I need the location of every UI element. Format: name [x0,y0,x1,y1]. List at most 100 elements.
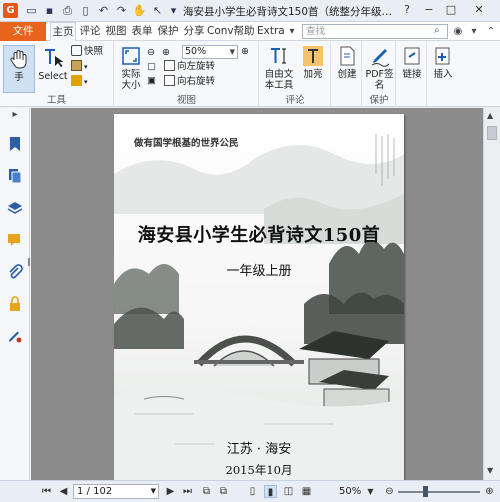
tab-comment[interactable]: 评论 [78,22,102,41]
vertical-scrollbar[interactable]: ▲ ▼ [483,108,500,480]
previous-view-icon[interactable]: ⧉ [200,485,213,498]
tab-share[interactable]: 分享 [182,22,206,41]
document-tagline: 做有国学根基的世界公民 [134,138,239,149]
tab-form[interactable]: 表单 [130,22,154,41]
previous-page-icon[interactable]: ◀ [57,485,70,498]
highlight-button[interactable]: 加亮 [298,45,328,95]
fit-page-icon[interactable]: ▢ [147,60,160,73]
insert-button[interactable]: 插入 [430,45,456,95]
redo-icon[interactable]: ↷ [114,3,129,18]
snapshot-button[interactable]: 快照 [71,45,103,58]
open-icon[interactable]: ▭ [24,3,39,18]
bookmark-icon[interactable] [7,136,23,152]
create-button[interactable]: 创建 [334,45,360,95]
tab-help[interactable]: 帮助 [232,22,256,41]
app-logo-icon[interactable]: G [3,3,18,18]
close-icon[interactable]: ✕ [466,2,492,18]
fit-width-icon[interactable]: ▣ [147,74,160,87]
tab-file[interactable]: 文件 [0,22,46,41]
layers-icon[interactable] [7,200,23,216]
first-page-icon[interactable]: ⏮ [40,485,53,498]
actual-size-button[interactable]: 实际大小 [117,45,145,95]
scroll-up-icon[interactable]: ▲ [487,111,493,120]
view-group-label: 视图 [176,95,196,106]
page-number-input[interactable]: 1 / 102 ▼ [73,484,159,499]
typewriter-label: 自由文本工具 [264,69,294,91]
scroll-down-icon[interactable]: ▼ [487,466,493,475]
link-icon [404,47,420,65]
maximize-icon[interactable]: □ [442,2,460,18]
zoom-in-status-icon[interactable]: ⊕ [483,485,496,498]
new-icon[interactable]: ▯ [78,3,93,18]
single-page-icon[interactable]: ▯ [246,485,259,498]
zoom-select[interactable]: 50% ▼ [182,45,238,59]
typewriter-button[interactable]: 自由文本工具 [262,45,296,95]
tab-protect[interactable]: 保护 [156,22,180,41]
search-input[interactable]: 查找 [302,24,448,39]
zoom-in-icon[interactable]: ⊕ [241,45,249,58]
settings-icon[interactable]: ▾ [467,25,481,39]
format-button[interactable]: ▾ [71,75,88,88]
rotate-right-button[interactable]: 向右旋转 [164,75,215,88]
ribbon: 手 Select 快照 ▾ ▾ 工具 实际大小 ⊖ ⊕ ▢ ▣ 50% ▼ ⊕ [0,41,500,107]
zoom-out-status-icon[interactable]: ⊖ [383,485,396,498]
clipboard-button[interactable]: ▾ [71,60,88,73]
format-icon [71,75,82,86]
undo-icon[interactable]: ↶ [96,3,111,18]
attachment-icon[interactable] [7,264,23,280]
tab-home[interactable]: 主页 [50,22,76,41]
continuous-facing-icon[interactable]: ▦ [300,485,313,498]
scrollbar-thumb[interactable] [487,126,497,140]
help-icon[interactable]: ? [398,2,416,18]
pdf-sign-label: PDF签名 [365,69,394,91]
search-icon[interactable]: ⌕ [434,25,440,36]
facing-page-icon[interactable]: ◫ [282,485,295,498]
zoom-in-small-icon[interactable]: ⊕ [162,46,175,59]
links-button[interactable]: 链接 [399,45,425,95]
navigation-panel: ▸ [0,108,30,480]
chevron-down-icon[interactable]: ▾ [285,25,299,39]
page-indicator: 1 / 102 [77,486,113,497]
next-page-icon[interactable]: ▶ [164,485,177,498]
panel-resize-handle[interactable] [28,258,30,266]
comments-icon[interactable] [7,232,23,248]
format-dropdown-icon: ▾ [84,78,88,86]
pages-icon[interactable] [7,168,23,184]
zoom-out-icon[interactable]: ⊖ [147,46,160,59]
select-icon[interactable]: ↖ [150,3,165,18]
tab-view[interactable]: 视图 [104,22,128,41]
rotate-left-button[interactable]: 向左旋转 [164,60,215,73]
zoom-dropdown-icon[interactable]: ▼ [364,485,377,498]
zoom-slider-thumb[interactable] [423,486,428,497]
print-icon[interactable]: ⎙ [60,3,75,18]
document-viewport[interactable]: 做有国学根基的世界公民 海安县小学生必背诗文150首 一年级上册 江苏 · 海安… [31,108,483,480]
pdf-sign-button[interactable]: PDF签名 [365,45,394,91]
clipboard-icon [71,60,82,71]
tab-convert[interactable]: Conv [207,22,234,41]
save-icon[interactable]: ▪ [42,3,57,18]
hand-icon[interactable]: ✋ [132,3,147,18]
continuous-page-icon[interactable]: ▮ [264,485,277,498]
tab-extra[interactable]: Extra [257,22,285,41]
chevron-up-icon[interactable]: ⌃ [484,25,498,39]
rotate-right-label: 向右旋转 [177,76,216,87]
hand-tool-button[interactable]: 手 [3,45,35,93]
last-page-icon[interactable]: ⏭ [181,485,194,498]
expand-panel-icon[interactable]: ▸ [7,109,23,125]
next-view-icon[interactable]: ⧉ [217,485,230,498]
camera-icon [71,45,82,56]
select-tool-button[interactable]: Select [38,47,68,93]
actual-size-label: 实际大小 [121,69,141,91]
pdf-page[interactable]: 做有国学根基的世界公民 海安县小学生必背诗文150首 一年级上册 江苏 · 海安… [114,114,404,480]
group-protect: PDF签名 保护 [363,41,396,107]
minimize-icon[interactable]: − [420,2,438,18]
zoom-slider[interactable] [398,491,480,493]
dropdown-icon[interactable]: ▾ [166,3,181,18]
group-tools: 手 Select 快照 ▾ ▾ 工具 [0,41,114,107]
user-icon[interactable]: ◉ [451,25,465,39]
insert-label: 插入 [433,69,453,80]
lock-icon[interactable] [7,296,23,312]
insert-page-icon [435,47,450,65]
signature-icon[interactable] [7,328,23,344]
status-bar: ⏮ ◀ 1 / 102 ▼ ▶ ⏭ ⧉ ⧉ ▯ ▮ ◫ ▦ 50% ▼ ⊖ ⊕ [0,480,500,502]
